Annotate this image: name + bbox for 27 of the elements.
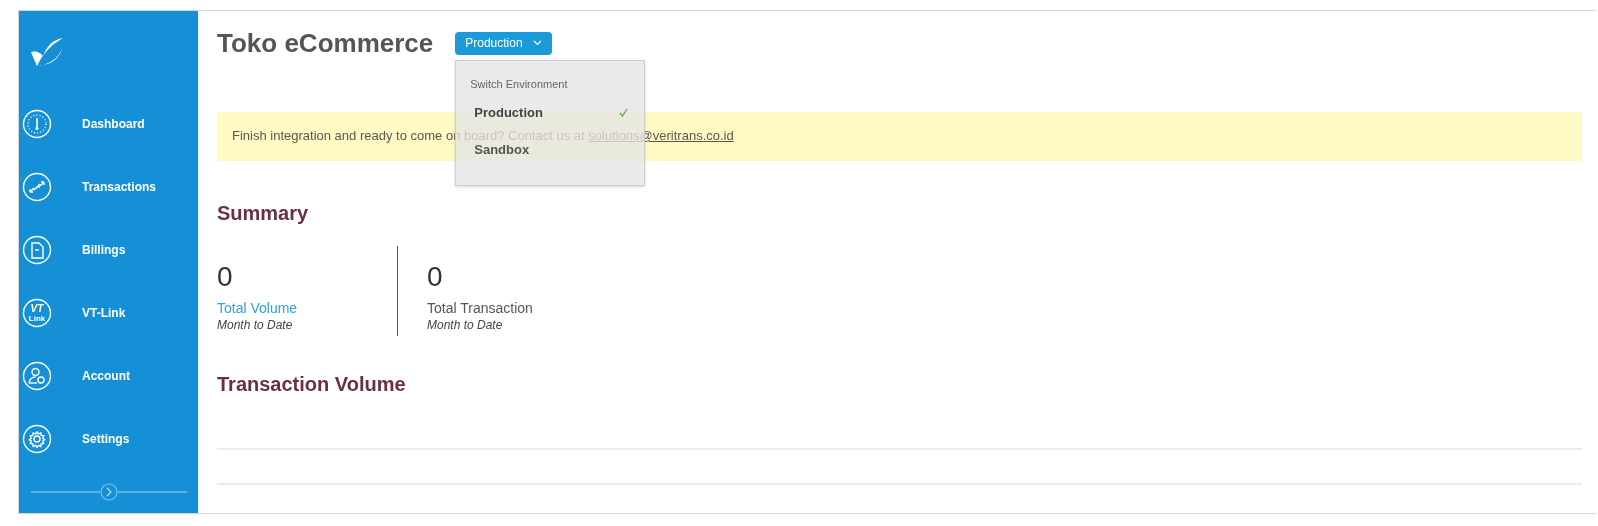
section-heading: Summary xyxy=(217,201,310,225)
stat-caption: Month to Date xyxy=(217,317,293,334)
stat-label: Total Transaction xyxy=(427,299,533,317)
stat-value: 0 xyxy=(427,261,443,293)
stat-link[interactable]: Total Volume xyxy=(217,299,298,317)
sidebar-item[interactable]: Transactions xyxy=(19,155,198,218)
user-gear-icon xyxy=(22,360,52,391)
sidebar-item[interactable]: Billings xyxy=(19,218,198,281)
section-heading: Transaction Volume xyxy=(217,372,407,396)
sidebar-item[interactable]: Account xyxy=(19,344,198,407)
vt-link-icon: VT Link xyxy=(22,297,52,328)
environment-dropdown[interactable]: Production xyxy=(455,31,552,55)
menu-option[interactable]: Production xyxy=(474,105,629,120)
sidebar-item[interactable]: VT Link VT-Link xyxy=(19,281,198,344)
stat-value: 0 xyxy=(217,261,233,293)
menu-option[interactable]: Sandbox xyxy=(474,142,629,157)
document-icon xyxy=(22,234,52,265)
menu-heading: Switch Environment xyxy=(469,76,569,92)
chevron-icon xyxy=(532,40,542,46)
gauge-icon xyxy=(22,108,52,139)
sidebar-item[interactable]: Dashboard xyxy=(19,92,198,155)
collapse-button[interactable] xyxy=(99,483,118,501)
page-title: Toko eCommerce xyxy=(217,31,434,55)
sidebar-item[interactable]: Settings xyxy=(19,407,198,470)
stat-caption: Month to Date xyxy=(427,317,503,334)
check-icon xyxy=(619,108,629,117)
settings-icon xyxy=(22,423,52,454)
